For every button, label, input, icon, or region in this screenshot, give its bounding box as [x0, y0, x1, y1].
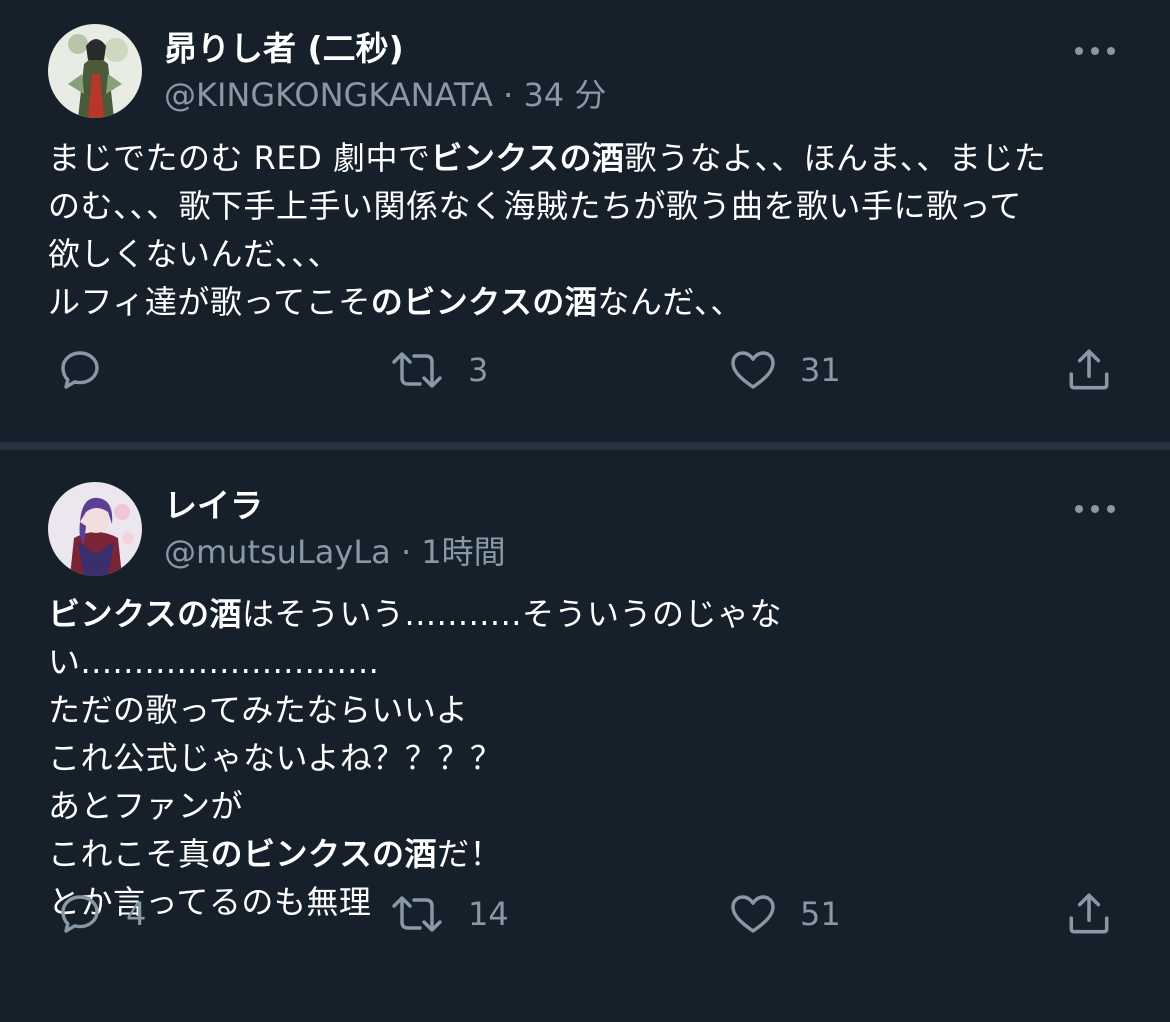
tweet-text-segment: あとファンが	[48, 787, 244, 825]
tweet-text-segment: ルフィ達が歌ってこそ	[48, 283, 371, 321]
avatar[interactable]	[48, 24, 142, 118]
share-button[interactable]	[1064, 884, 1114, 944]
tweet-actions: 4 14 51	[0, 884, 1170, 944]
tweet-text: まじでたのむ RED 劇中でビンクスの酒歌うなよ、、ほんま、、まじたのむ、、、歌…	[48, 134, 1122, 326]
tweet-text-line: ただの歌ってみたならいいよ	[48, 686, 1122, 734]
reply-button[interactable]	[56, 340, 126, 400]
tweet-text-line: い............................	[48, 638, 1122, 686]
tweet-text-segment: はそういう...........そういうのじゃな	[242, 595, 782, 633]
reply-icon	[61, 351, 99, 389]
tweet-text-bold: のビンクスの酒	[210, 835, 438, 873]
more-icon[interactable]	[1074, 46, 1116, 56]
tweet-text-segment: これこそ真	[48, 835, 211, 873]
tweet-text-line: のむ、、、歌下手上手い関係なく海賊たちが歌う曲を歌い手に歌って	[48, 182, 1122, 230]
heart-icon	[731, 895, 775, 933]
tweet-text-line: これ公式じゃないよね？？？？	[48, 734, 1122, 782]
tweet-text-segment: い............................	[48, 643, 380, 681]
timestamp[interactable]: 1時間	[421, 533, 505, 571]
retweet-icon	[392, 896, 442, 932]
tweet-actions: 3 31	[0, 340, 1170, 400]
retweet-button[interactable]: 14	[388, 884, 509, 944]
reply-icon	[61, 895, 99, 933]
tweet-text: ビンクスの酒はそういう...........そういうのじゃない.........…	[48, 590, 1122, 926]
more-icon[interactable]	[1074, 504, 1116, 514]
retweet-icon	[392, 352, 442, 388]
tweet-text-segment: 欲しくないんだ、、、	[48, 235, 341, 273]
tweet-text-bold: ビンクスの酒	[430, 139, 625, 177]
tweet-text-line: ルフィ達が歌ってこそのビンクスの酒なんだ、、	[48, 278, 1122, 326]
like-count: 51	[800, 895, 841, 933]
reply-button[interactable]: 4	[56, 884, 146, 944]
tweet-meta: @mutsuLayLa · 1時間	[164, 530, 506, 574]
tweet[interactable]: 昴りし者 (二秒) @KINGKONGKANATA · 34 分 まじでたのむ …	[0, 0, 1170, 442]
retweet-count: 14	[468, 895, 509, 933]
tweet[interactable]: レイラ @mutsuLayLa · 1時間 ビンクスの酒はそういう.......…	[0, 450, 1170, 1022]
meta-separator: ·	[503, 76, 514, 114]
tweet-text-segment: これ公式じゃないよね？？？？	[48, 739, 503, 777]
share-icon	[1069, 893, 1109, 934]
like-button[interactable]: 31	[728, 340, 841, 400]
retweet-count: 3	[468, 351, 489, 389]
tweet-text-line: これこそ真のビンクスの酒だ！	[48, 830, 1122, 878]
display-name[interactable]: 昴りし者 (二秒)	[164, 27, 404, 71]
tweet-text-segment: だ！	[437, 835, 503, 873]
tweet-divider	[0, 442, 1170, 450]
share-icon	[1069, 349, 1109, 390]
tweet-text-line: まじでたのむ RED 劇中でビンクスの酒歌うなよ、、ほんま、、まじた	[48, 134, 1122, 182]
tweet-text-line: ビンクスの酒はそういう...........そういうのじゃな	[48, 590, 1122, 638]
tweet-text-segment: 歌うなよ、、ほんま、、まじた	[624, 139, 1047, 177]
tweet-text-bold: のビンクスの酒	[370, 283, 598, 321]
share-button[interactable]	[1064, 340, 1114, 400]
tweet-text-bold: ビンクスの酒	[48, 595, 243, 633]
tweet-text-segment: ただの歌ってみたならいいよ	[48, 691, 469, 729]
tweet-text-line: あとファンが	[48, 782, 1122, 830]
handle[interactable]: @KINGKONGKANATA	[164, 76, 493, 114]
tweet-text-line: 欲しくないんだ、、、	[48, 230, 1122, 278]
avatar[interactable]	[48, 482, 142, 576]
timestamp[interactable]: 34 分	[523, 76, 606, 114]
tweet-text-segment: のむ、、、歌下手上手い関係なく海賊たちが歌う曲を歌い手に歌って	[48, 187, 1022, 225]
heart-icon	[731, 351, 775, 389]
like-button[interactable]: 51	[728, 884, 841, 944]
handle[interactable]: @mutsuLayLa	[164, 533, 391, 571]
meta-separator: ·	[400, 533, 412, 571]
reply-count: 4	[126, 895, 147, 933]
tweet-text-segment: なんだ、、	[597, 283, 743, 321]
retweet-button[interactable]: 3	[388, 340, 488, 400]
tweet-text-segment: まじでたのむ RED 劇中で	[48, 139, 431, 177]
display-name[interactable]: レイラ	[164, 484, 263, 528]
like-count: 31	[800, 351, 841, 389]
tweet-meta: @KINGKONGKANATA · 34 分	[164, 73, 606, 117]
